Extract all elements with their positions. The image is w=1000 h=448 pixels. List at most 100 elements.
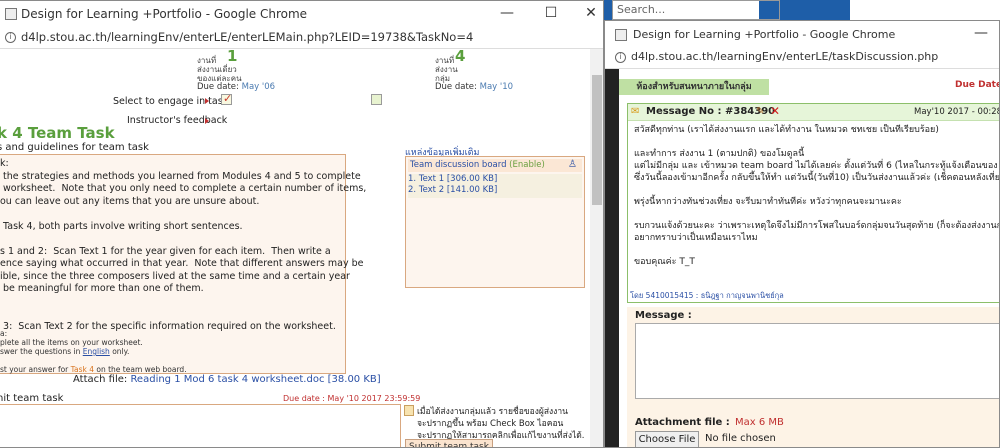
- submit-due-date: Due date : May '10 2017 23:59:59: [283, 394, 421, 403]
- submit-area: [0, 404, 401, 447]
- left-scrollbar[interactable]: [590, 49, 603, 447]
- task-type-line: ส่งงานเดี่ยว: [197, 65, 237, 74]
- attachment-label: Attachment file :: [635, 417, 730, 428]
- search-icon[interactable]: [759, 1, 779, 19]
- edit-icon[interactable]: ✎: [756, 106, 764, 117]
- message-body: สวัสดีทุกท่าน (เราได้ส่งงานแรก และได้ทำง…: [634, 124, 1000, 268]
- message-line: [634, 208, 999, 220]
- delete-icon[interactable]: ✕: [770, 104, 780, 118]
- scroll-thumb[interactable]: [592, 75, 602, 205]
- choose-file-button[interactable]: Choose File: [635, 431, 699, 447]
- instruction-line: ible, since the three composers lived at…: [0, 270, 350, 282]
- task-type-line: ส่งงาน: [435, 65, 458, 74]
- attach-file-row: Attach file: Reading 1 Mod 6 task 4 work…: [73, 374, 381, 385]
- task-label: งานที่: [435, 56, 455, 65]
- minimize-button[interactable]: —: [959, 21, 999, 47]
- left-titlebar: Design for Learning +Portfolio - Google …: [0, 1, 603, 27]
- message-line: รบกวนแจ้งด้วยนะคะ ว่าเพราะเหตุใดจึงไม่มี…: [634, 221, 1000, 231]
- right-window-title: Design for Learning +Portfolio - Google …: [633, 28, 896, 41]
- right-titlebar: Design for Learning +Portfolio - Google …: [605, 21, 999, 47]
- resources-board-header[interactable]: Team discussion board (Enable) ♙: [408, 159, 582, 172]
- instructor-feedback-label: Instructor's feedback: [127, 115, 228, 126]
- team-board-link[interactable]: Team discussion board (Enable): [410, 160, 545, 170]
- resource-item[interactable]: 2. Text 2 [141.00 KB]: [408, 185, 582, 196]
- right-dark-sidebar: [605, 69, 619, 447]
- instructions-box: k: the strategies and methods you learne…: [0, 154, 367, 374]
- message-line: แต่ไม่มีกลุ่ม และ เข้าหมวด team board ไม…: [634, 161, 998, 171]
- message-box: ✉ Message No : #384390 ✎ ✕ May'10 2017 -…: [627, 103, 1000, 303]
- instruction-line: 3: Scan Text 2 for the specific informat…: [0, 320, 336, 332]
- right-page-content: ห้องสำหรับสนทนาภายในกลุ่ม Due Date : J ✉…: [605, 69, 1000, 447]
- task-label: งานที่: [197, 56, 217, 65]
- instruction-line: [0, 296, 345, 309]
- submit-team-task-button[interactable]: Submit team task: [405, 439, 493, 447]
- right-url[interactable]: d4lp.stou.ac.th/learningEnv/enterLE/task…: [631, 50, 938, 63]
- instruction-line: [0, 233, 345, 246]
- message-author: โดย 5410015415 : ธนิฎฐา กาญจนพานิชย์กุล: [630, 291, 784, 300]
- message-line: [634, 136, 999, 148]
- background-card: [850, 0, 1000, 20]
- select-engage-label: Select to engage in task: [113, 96, 229, 107]
- task-4-checkbox[interactable]: [371, 94, 382, 105]
- attachment-max: Max 6 MB: [735, 417, 784, 428]
- message-line: และทำการ ส่งงาน 1 (ตามปกติ) ของโมดูลนี้: [634, 149, 805, 159]
- resource-item[interactable]: 1. Text 1 [306.00 KB]: [408, 174, 582, 185]
- message-line: [634, 244, 999, 256]
- close-button[interactable]: ✕: [569, 1, 603, 27]
- left-url[interactable]: d4lp.stou.ac.th/learningEnv/enterLE/ente…: [21, 30, 473, 44]
- instruction-line: ou can leave out any items that you are …: [0, 195, 260, 207]
- instruction-line: Task 4, both parts involve writing short…: [0, 220, 243, 232]
- message-textarea[interactable]: [635, 323, 999, 399]
- submit-team-label: nit team task: [0, 393, 64, 404]
- no-file-text: No file chosen: [705, 433, 776, 444]
- people-icon: ♙: [568, 159, 577, 170]
- right-browser-window: Design for Learning +Portfolio - Google …: [604, 20, 1000, 448]
- info-icon[interactable]: i: [5, 32, 16, 43]
- message-header: ✉ Message No : #384390 ✎ ✕ May'10 2017 -…: [628, 104, 999, 121]
- task-number: 1: [227, 47, 238, 65]
- minimize-button[interactable]: —: [485, 1, 529, 27]
- instruction-line: be meaningful for more than one of them.: [0, 283, 204, 294]
- left-address-bar[interactable]: i d4lp.stou.ac.th/learningEnv/enterLE/en…: [0, 27, 603, 49]
- message-line: ขอบคุณค่ะ T_T: [634, 257, 695, 267]
- message-line: [634, 184, 999, 196]
- task-due: Due date: May '10: [435, 82, 514, 92]
- background-search-box[interactable]: Search...: [612, 0, 780, 20]
- task-heading-title: Team Task: [27, 124, 115, 142]
- note-line: swer the questions in English only.: [0, 347, 130, 356]
- instruction-line: [0, 208, 345, 221]
- edit-note-icon: [404, 405, 414, 416]
- message-line: ซึ่งวันนี้ลองเข้ามาอีกครั้ง กลับขึ้นให้ท…: [634, 173, 1000, 183]
- message-line: สวัสดีทุกท่าน (เราได้ส่งงานแรก และได้ทำง…: [634, 125, 939, 135]
- task-subheading: s and guidelines for team task: [0, 142, 149, 153]
- right-address-bar[interactable]: i d4lp.stou.ac.th/learningEnv/enterLE/ta…: [605, 47, 999, 69]
- attach-size: [38.00 KB]: [327, 374, 381, 385]
- left-browser-window: Design for Learning +Portfolio - Google …: [0, 0, 604, 448]
- info-icon[interactable]: i: [615, 52, 626, 63]
- arrow-right-icon: [205, 118, 209, 124]
- task-1-checkbox[interactable]: [221, 92, 232, 105]
- message-line: อยากทราบว่าเป็นเหมือนเราไหม: [634, 233, 758, 243]
- attach-link[interactable]: Reading 1 Mod 6 task 4 worksheet.doc: [130, 374, 324, 385]
- instruction-line: s 1 and 2: Scan Text 1 for the year give…: [0, 245, 331, 257]
- instruction-line: the strategies and methods you learned f…: [0, 170, 361, 182]
- resources-box: Team discussion board (Enable) ♙ 1. Text…: [405, 156, 585, 288]
- discussion-tab[interactable]: ห้องสำหรับสนทนาภายในกลุ่ม: [619, 79, 769, 95]
- instruction-line: [0, 308, 345, 321]
- envelope-icon: ✉: [631, 106, 640, 117]
- right-due-date: Due Date : J: [955, 80, 1000, 90]
- instruction-line: k:: [0, 158, 9, 169]
- task-heading-prefix: k 4: [0, 124, 23, 142]
- instruction-line: ence saying what occurred in that year. …: [0, 258, 364, 269]
- instruction-line: worksheet. Note that you only need to co…: [0, 183, 367, 194]
- message-label: Message :: [635, 310, 692, 321]
- task-heading: k 4 Team Task: [0, 124, 115, 142]
- instructions-text: k: the strategies and methods you learne…: [0, 158, 367, 333]
- search-placeholder: Search...: [617, 3, 666, 16]
- arrow-right-icon: [205, 98, 209, 104]
- favicon-icon: [615, 29, 627, 41]
- message-line: พรุ่งนี้หากว่างทันช่วงเที่ยง จะรีบมาทำทั…: [634, 197, 902, 207]
- left-window-title: Design for Learning +Portfolio - Google …: [21, 7, 308, 21]
- task-due: Due date: May '06: [197, 82, 276, 92]
- maximize-button[interactable]: ☐: [529, 1, 573, 27]
